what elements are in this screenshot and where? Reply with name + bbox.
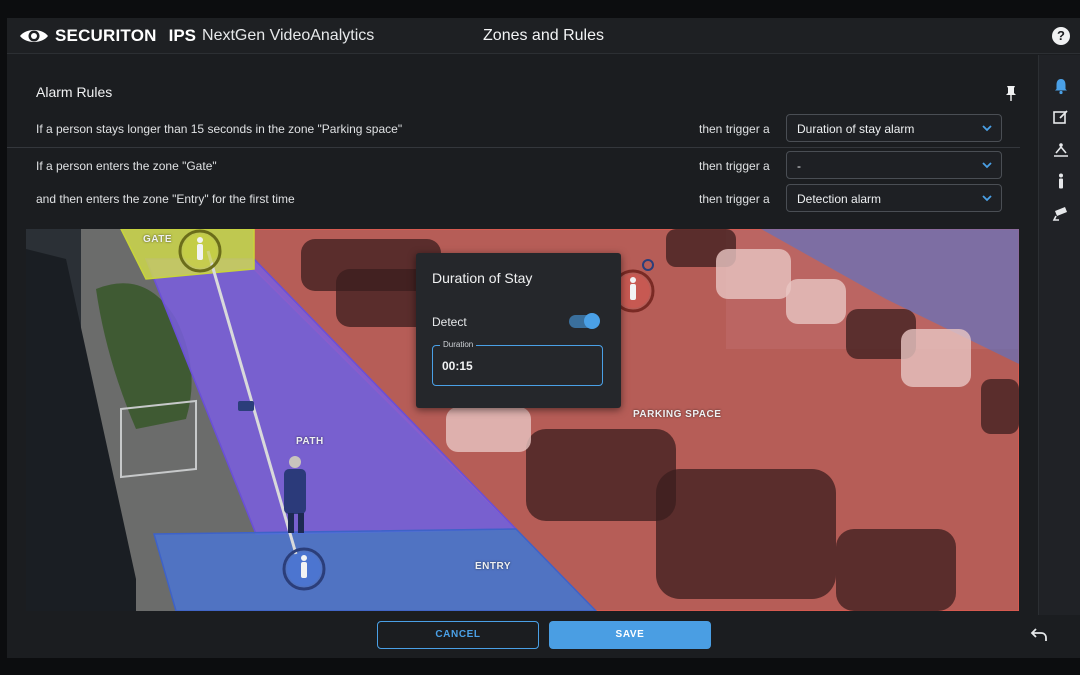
duration-value: 00:15 [442, 359, 473, 373]
toggle-knob [584, 313, 600, 329]
rule-text-2: If a person enters the zone "Gate" [36, 159, 217, 173]
rule-text-3: and then enters the zone "Entry" for the… [36, 192, 295, 206]
brand-logo: SECURITON IPS NextGen VideoAnalytics [19, 26, 374, 46]
zone-label-parking: PARKING SPACE [633, 409, 722, 420]
undo-icon[interactable] [1030, 627, 1048, 643]
rule-divider [7, 147, 1020, 148]
entry-person-marker[interactable] [282, 547, 326, 591]
rule-text-1: If a person stays longer than 15 seconds… [36, 122, 403, 136]
detect-label: Detect [432, 315, 467, 329]
duration-label: Duration [440, 340, 477, 349]
trigger-label-1: then trigger a [699, 122, 770, 136]
person-icon[interactable] [1052, 172, 1070, 190]
help-button[interactable]: ? [1052, 27, 1070, 45]
chevron-down-icon [982, 125, 992, 132]
brand-product: NextGen VideoAnalytics [202, 27, 375, 44]
alarm-rules-title: Alarm Rules [36, 84, 113, 100]
alarm-select-3[interactable]: Detection alarm [786, 184, 1002, 212]
brand-ips: IPS [168, 26, 197, 45]
edit-icon[interactable] [1052, 108, 1070, 126]
alarm-select-2[interactable]: - [786, 151, 1002, 179]
alarm-select-value: Detection alarm [797, 192, 882, 206]
detect-toggle[interactable] [569, 313, 600, 329]
alarm-select-value: Duration of stay alarm [797, 122, 915, 136]
zone-label-entry: ENTRY [475, 561, 512, 572]
chevron-down-icon [982, 195, 992, 202]
right-sidebar [1038, 55, 1080, 615]
app-window: SECURITON IPS NextGen VideoAnalytics Zon… [7, 18, 1080, 658]
trigger-label-2: then trigger a [699, 159, 770, 173]
camera-marker-icon [238, 401, 254, 411]
top-bar: SECURITON IPS NextGen VideoAnalytics Zon… [7, 18, 1080, 54]
duration-of-stay-dialog: Duration of Stay Detect Duration 00:15 [416, 253, 621, 408]
cancel-button[interactable]: CANCEL [377, 621, 539, 649]
gate-person-marker[interactable] [178, 229, 222, 273]
zone-label-gate: GATE [143, 234, 173, 245]
trigger-label-3: then trigger a [699, 192, 770, 206]
alarm-select-1[interactable]: Duration of stay alarm [786, 114, 1002, 142]
eye-logo-icon [20, 30, 48, 42]
dialog-title: Duration of Stay [432, 270, 533, 286]
zone-label-path: PATH [296, 436, 324, 447]
camera-icon[interactable] [1052, 204, 1070, 222]
save-button[interactable]: SAVE [549, 621, 711, 649]
chevron-down-icon [982, 162, 992, 169]
duration-input[interactable]: Duration 00:15 [432, 340, 603, 386]
bell-icon[interactable] [1052, 77, 1070, 95]
zones-icon[interactable] [1052, 141, 1070, 159]
page-title-text: Zones and Rules [483, 27, 604, 44]
alarm-rules-panel: Alarm Rules If a person stays longer tha… [7, 55, 1038, 229]
alarm-select-value: - [797, 159, 801, 173]
pin-icon[interactable] [1005, 85, 1017, 101]
brand-name: SECURITON [55, 26, 157, 45]
